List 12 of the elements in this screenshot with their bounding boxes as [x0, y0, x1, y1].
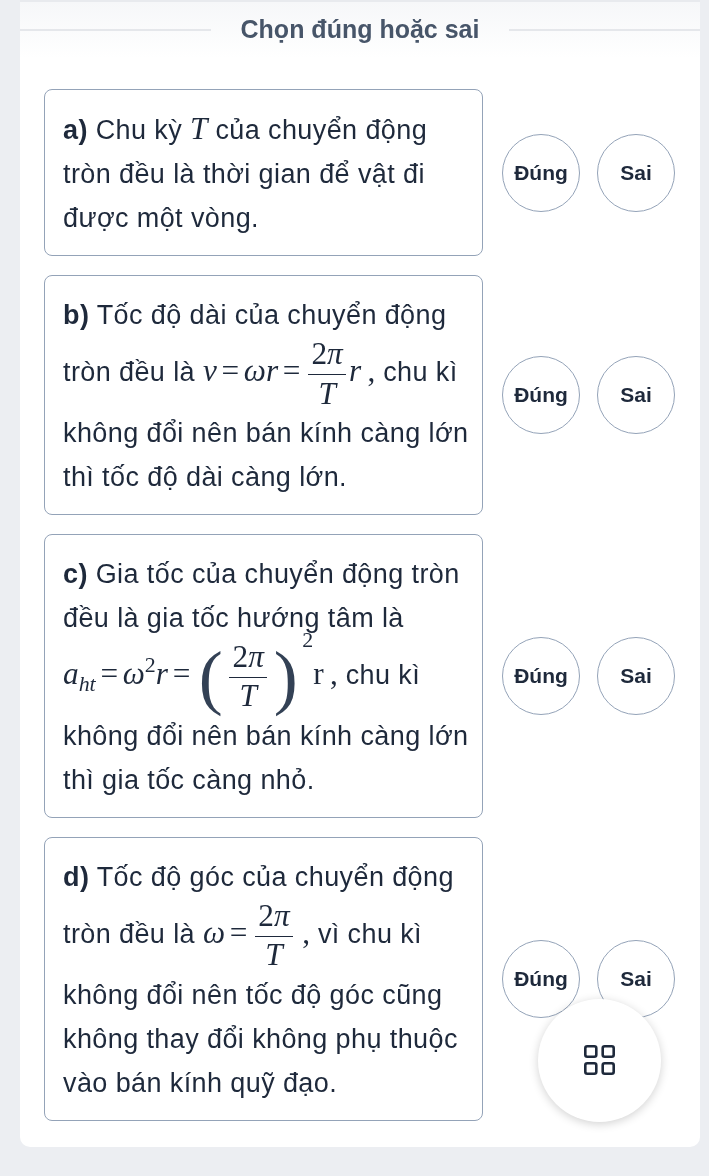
answer-option-button[interactable]: Sai [597, 355, 675, 434]
answer-option-button[interactable]: Đúng [502, 133, 580, 212]
answer-option-button[interactable]: Sai [597, 133, 675, 212]
statement-text: a) Chu kỳ T của chuyển động tròn đều là thời gian để vật đi được một vòng. [63, 110, 429, 235]
grid-menu-button[interactable] [538, 998, 661, 1122]
section-title: Chọn đúng hoặc sai [239, 14, 481, 46]
answer-option-button[interactable]: Đúng [502, 355, 580, 434]
grid-icon [584, 1045, 615, 1076]
answer-option-button[interactable]: Đúng [502, 939, 580, 1018]
answer-option-button[interactable]: Sai [597, 939, 675, 1018]
answer-option-button[interactable]: Sai [597, 636, 675, 715]
answer-option-button[interactable]: Đúng [502, 636, 580, 715]
